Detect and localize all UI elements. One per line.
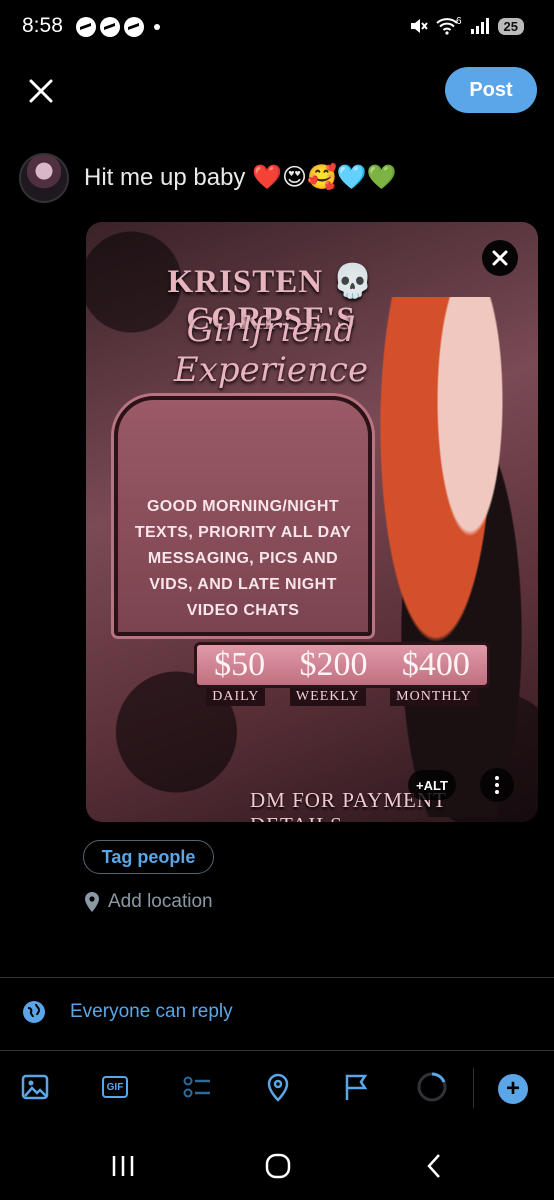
tag-people-button[interactable]: Tag people: [83, 840, 214, 874]
flag-icon[interactable]: [343, 1072, 373, 1102]
globe-icon: [23, 1001, 45, 1023]
divider: [0, 1050, 554, 1051]
home-icon[interactable]: [264, 1152, 292, 1180]
poll-icon[interactable]: [182, 1072, 212, 1102]
messenger-icon: [124, 17, 144, 37]
divider: [0, 977, 554, 978]
composer-toolbar: GIF +: [0, 1068, 554, 1114]
system-icons: 6 25: [408, 16, 524, 36]
price-label-monthly: MONTHLY: [390, 688, 478, 706]
media-more-options-icon[interactable]: [480, 768, 514, 802]
price-label-daily: DAILY: [206, 688, 266, 706]
messenger-icon: [100, 17, 120, 37]
price-label-weekly: WEEKLY: [289, 688, 366, 706]
add-location-label: Add location: [108, 891, 213, 912]
location-pin-icon: [85, 892, 99, 912]
image-body-text: GOOD MORNING/NIGHT TEXTS, PRIORITY ALL D…: [134, 498, 352, 619]
system-navigation-bar: [0, 1140, 554, 1200]
status-time: 8:58: [22, 14, 63, 37]
price-bar: $50 $200 $400: [194, 642, 490, 688]
wifi-icon: [436, 18, 458, 35]
back-icon[interactable]: [424, 1152, 444, 1180]
messenger-icon: [76, 17, 96, 37]
price-daily: $50: [214, 646, 266, 683]
mute-icon: [410, 19, 428, 33]
image-subtitle: Girlfriend Experience: [173, 310, 369, 390]
add-location-button[interactable]: Add location: [84, 891, 213, 913]
remove-media-close-icon[interactable]: [482, 240, 518, 276]
close-icon[interactable]: [26, 76, 56, 106]
reply-settings-button[interactable]: Everyone can reply: [22, 1000, 233, 1024]
post-text-input[interactable]: Hit me up baby ❤️😍🥰🩵💚: [84, 163, 397, 192]
add-thread-icon[interactable]: +: [498, 1074, 528, 1104]
post-button[interactable]: Post: [445, 67, 537, 113]
price-weekly: $200: [299, 646, 368, 683]
alt-text-button[interactable]: +ALT: [408, 770, 456, 800]
gif-icon[interactable]: GIF: [102, 1072, 132, 1102]
signal-icon: [470, 18, 489, 34]
battery-icon: 25: [497, 17, 524, 35]
character-count-icon: [417, 1072, 447, 1102]
status-bar: 8:58 6 25: [0, 0, 554, 56]
attached-image[interactable]: KRISTEN 💀 CORPSE'S Girlfriend Experience…: [86, 222, 538, 822]
location-icon[interactable]: [263, 1072, 293, 1102]
recent-apps-icon[interactable]: [110, 1154, 136, 1178]
notification-icons: [76, 17, 160, 37]
toolbar-divider: [473, 1068, 474, 1108]
network-type: 6: [455, 15, 462, 27]
image-icon[interactable]: [20, 1072, 50, 1102]
more-notifications-icon: [154, 24, 160, 30]
price-labels: DAILY WEEKLY MONTHLY: [194, 688, 490, 706]
price-monthly: $400: [401, 646, 470, 683]
reply-settings-label: Everyone can reply: [70, 1001, 233, 1022]
avatar: [19, 153, 69, 203]
